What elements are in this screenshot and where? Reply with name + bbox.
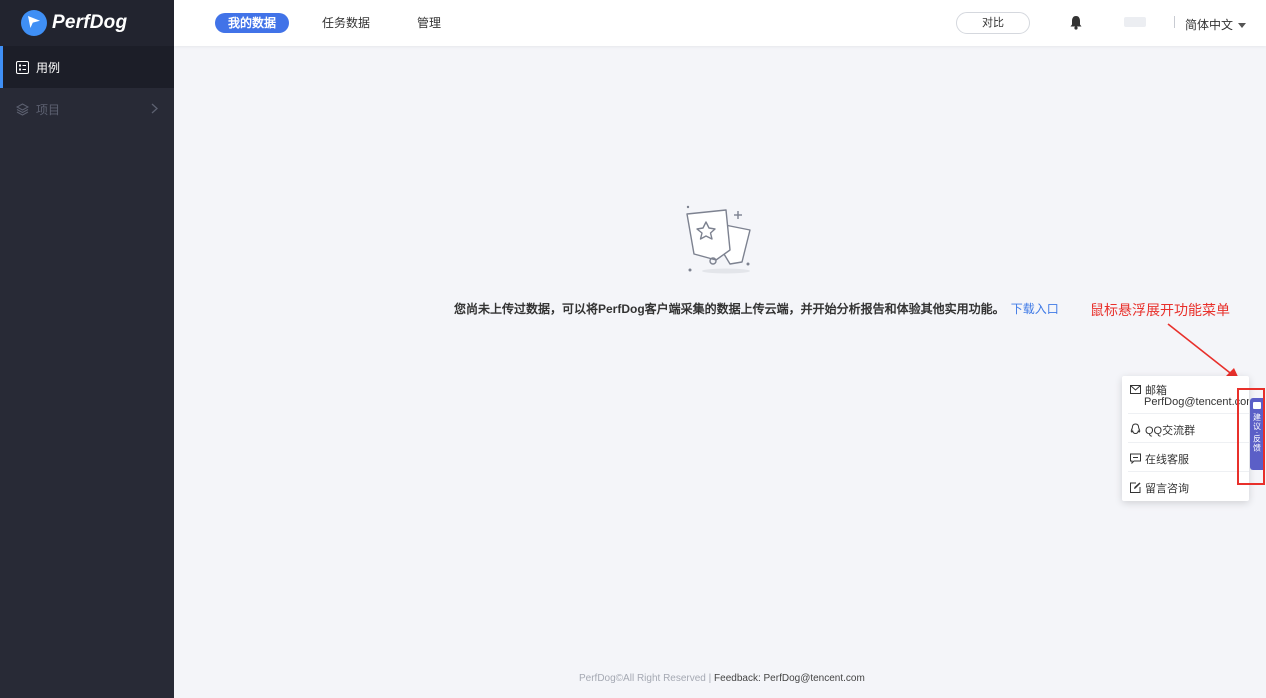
layers-icon — [16, 102, 29, 116]
divider — [1128, 413, 1249, 414]
sidebar-item-label: 项目 — [36, 102, 61, 117]
mail-icon — [1130, 384, 1141, 395]
divider — [1174, 16, 1175, 28]
sidebar: PerfDog 用例 项目 — [0, 0, 174, 698]
menu-item-qq-group[interactable]: QQ交流群 — [1122, 422, 1249, 438]
menu-item-label: 留言咨询 — [1145, 483, 1189, 495]
language-label: 简体中文 — [1185, 18, 1234, 32]
empty-state-message: 您尚未上传过数据，可以将PerfDog客户端采集的数据上传云端，并开始分析报告和… — [454, 300, 1059, 317]
empty-data-illustration-icon — [682, 204, 758, 276]
menu-item-leave-message[interactable]: 留言咨询 — [1122, 480, 1249, 496]
top-bar: 我的数据 任务数据 管理 对比 简体中文 — [174, 0, 1266, 46]
footer-feedback[interactable]: Feedback: PerfDog@tencent.com — [714, 673, 865, 684]
edit-icon — [1130, 482, 1141, 493]
sidebar-item-cases[interactable]: 用例 — [0, 46, 174, 88]
floating-contact-menu: 邮箱 PerfDog@tencent.com QQ交流群 在线客服 留言咨询 — [1122, 376, 1249, 501]
sidebar-item-label: 用例 — [36, 60, 61, 75]
logo[interactable]: PerfDog — [0, 0, 174, 46]
language-select[interactable]: 简体中文 — [1185, 16, 1247, 33]
perfdog-logo-icon — [21, 10, 47, 36]
annotation-highlight-box — [1237, 388, 1265, 485]
chevron-right-icon — [151, 103, 158, 117]
empty-state-text: 您尚未上传过数据，可以将PerfDog客户端采集的数据上传云端，并开始分析报告和… — [454, 302, 1005, 316]
compare-button[interactable]: 对比 — [956, 12, 1030, 34]
caret-down-icon — [1238, 23, 1247, 28]
menu-item-label: 在线客服 — [1145, 454, 1189, 466]
qq-icon — [1130, 423, 1141, 435]
list-icon — [16, 60, 29, 74]
tab-my-data[interactable]: 我的数据 — [215, 13, 290, 33]
avatar[interactable] — [1124, 17, 1146, 27]
chat-icon — [1130, 453, 1141, 465]
menu-item-label: QQ交流群 — [1145, 425, 1196, 437]
tab-task-data[interactable]: 任务数据 — [322, 13, 370, 33]
logo-text: PerfDog — [52, 12, 128, 33]
annotation-text: 鼠标悬浮展开功能菜单 — [1090, 302, 1230, 318]
footer: PerfDog©All Right Reserved | Feedback: P… — [579, 673, 865, 684]
download-link[interactable]: 下载入口 — [1011, 302, 1059, 316]
bell-icon[interactable] — [1069, 15, 1083, 30]
footer-copyright: PerfDog©All Right Reserved — [579, 673, 706, 684]
tab-manage[interactable]: 管理 — [417, 13, 441, 33]
divider — [1128, 442, 1249, 443]
footer-separator: | — [705, 673, 715, 684]
sidebar-item-projects[interactable]: 项目 — [0, 88, 174, 130]
menu-item-online-support[interactable]: 在线客服 — [1122, 451, 1249, 467]
email-address[interactable]: PerfDog@tencent.com — [1144, 396, 1249, 408]
divider — [1128, 471, 1249, 472]
